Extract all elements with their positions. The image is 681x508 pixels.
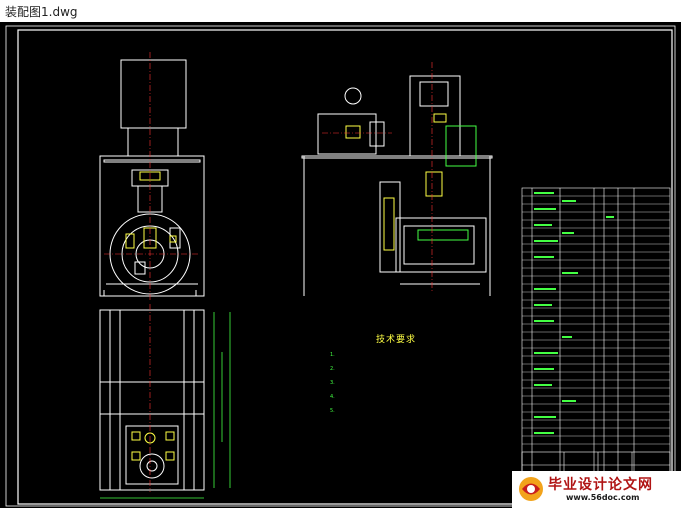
side-view-accents [417,125,477,241]
watermark-logo-icon [519,477,543,501]
top-view [99,309,205,491]
front-view [99,59,205,297]
outer-frame [5,25,676,507]
note-line: 5. [330,408,335,414]
watermark-text: 毕业设计论文网 [548,477,653,493]
window-titlebar: 装配图1.dwg [0,0,681,23]
note-line: 1. [330,352,335,358]
note-line: 4. [330,394,335,400]
note-line: 3. [330,380,335,386]
top-view-details [131,431,175,461]
side-view [301,75,493,296]
parts-list [521,187,671,479]
watermark-url[interactable]: www.56doc.com [566,493,639,502]
cad-drawing [5,25,676,507]
inner-frame [17,29,673,505]
drawing-canvas[interactable]: 技术要求 1. 2. 3. 4. 5. [0,22,681,508]
parts-list-text-marks [534,192,614,434]
notes-heading: 技术要求 [376,335,417,345]
note-line: 2. [330,366,335,372]
window-title: 装配图1.dwg [5,5,78,19]
